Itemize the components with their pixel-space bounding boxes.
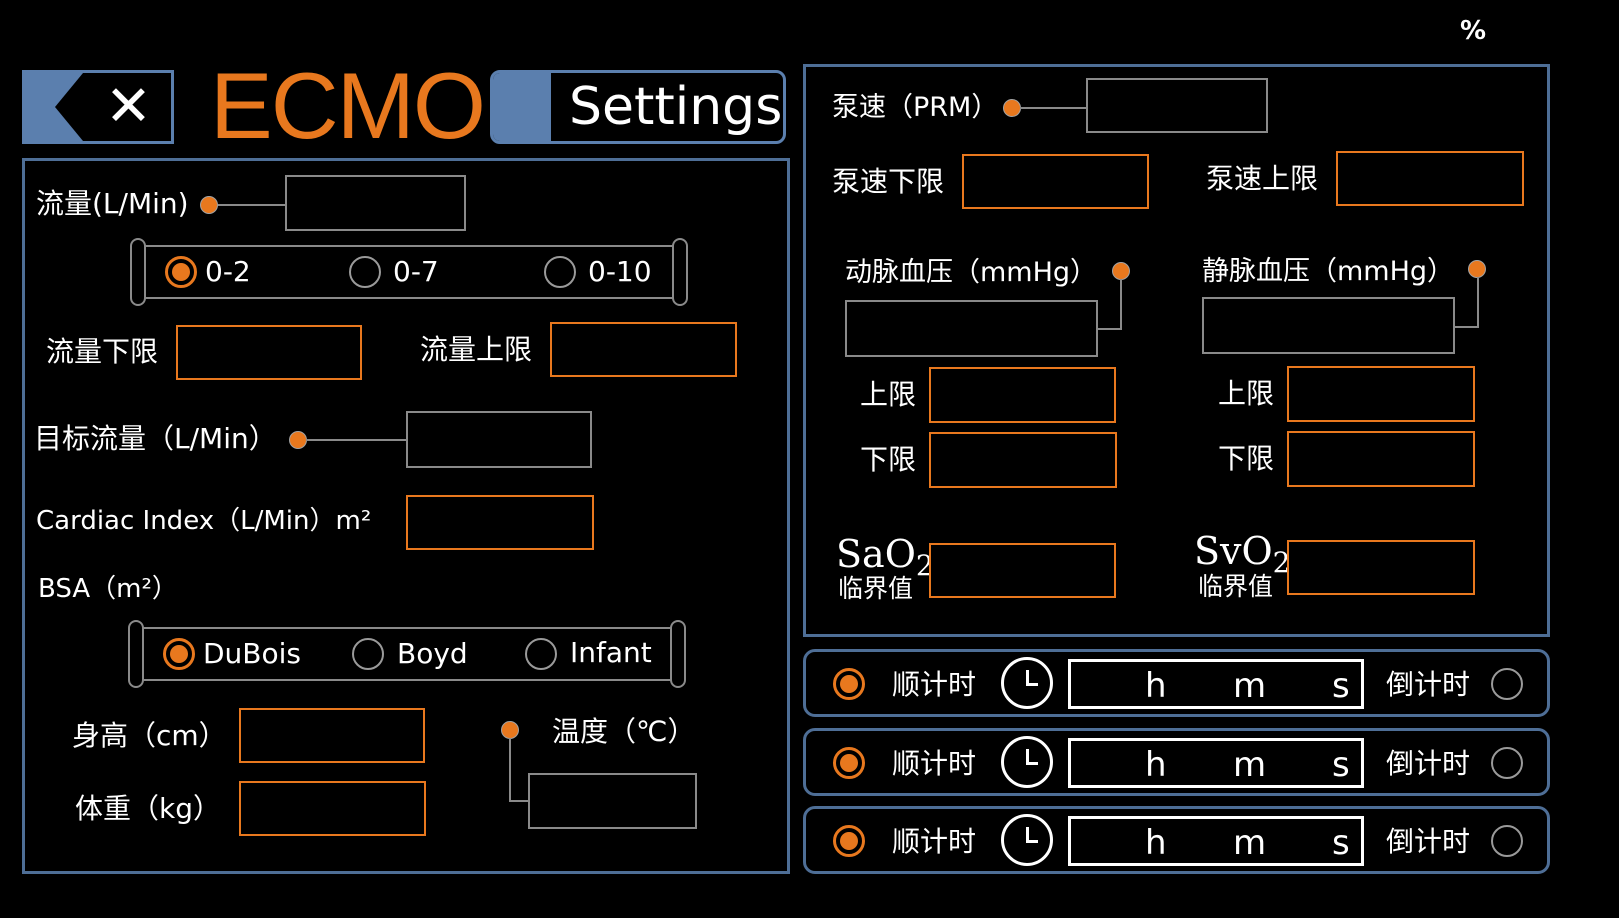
hours-unit: h	[1145, 666, 1167, 706]
bsa-radio-dubois[interactable]	[163, 638, 195, 670]
height-input[interactable]	[239, 708, 425, 763]
pump-lower-label: 泵速下限	[832, 165, 945, 198]
count-down-radio[interactable]	[1491, 668, 1523, 700]
temp-label: 温度（℃）	[552, 715, 696, 748]
minutes-unit: m	[1233, 666, 1267, 706]
timer-display: h m s	[1068, 659, 1364, 709]
count-up-label: 顺计时	[892, 825, 977, 858]
timer-row-1: 顺计时 h m s 倒计时	[803, 649, 1550, 717]
hours-unit: h	[1145, 823, 1167, 863]
app-title: ECMO	[210, 53, 486, 158]
flow-range-option-0-7: 0-7	[393, 255, 439, 288]
bsa-option-dubois: DuBois	[203, 637, 302, 670]
settings-label: Settings	[569, 77, 783, 137]
temp-display	[528, 773, 697, 829]
sao2-caption: 临界值	[838, 574, 914, 603]
venous-indicator	[1468, 260, 1486, 278]
clock-icon	[1001, 814, 1053, 866]
bsa-label: BSA（m²）	[38, 574, 178, 604]
pump-upper-label: 泵速上限	[1206, 162, 1319, 195]
count-down-radio[interactable]	[1491, 825, 1523, 857]
bsa-radio-infant[interactable]	[525, 638, 557, 670]
seconds-unit: s	[1332, 666, 1350, 706]
bsa-option-boyd: Boyd	[397, 637, 468, 670]
minutes-unit: m	[1233, 823, 1267, 863]
close-icon: ✕	[105, 74, 152, 139]
venous-upper-label: 上限	[1218, 377, 1275, 410]
pump-lower-input[interactable]	[962, 154, 1149, 209]
flow-label: 流量(L/Min)	[36, 187, 189, 220]
height-label: 身高（cm）	[72, 719, 227, 752]
arterial-upper-label: 上限	[860, 378, 917, 411]
venous-pressure-label: 静脉血压（mmHg）	[1202, 256, 1455, 287]
arterial-display	[845, 300, 1098, 357]
timer-row-2: 顺计时 h m s 倒计时	[803, 728, 1550, 796]
flow-display	[285, 175, 466, 231]
arterial-lower-label: 下限	[860, 443, 917, 476]
pump-speed-display	[1086, 78, 1268, 133]
bsa-radio-boyd[interactable]	[352, 638, 384, 670]
flow-range-option-0-10: 0-10	[588, 255, 652, 288]
weight-input[interactable]	[239, 781, 426, 836]
flow-range-radio-0-2[interactable]	[165, 256, 197, 288]
minutes-unit: m	[1233, 745, 1267, 785]
clock-icon	[1001, 657, 1053, 709]
pump-upper-input[interactable]	[1336, 151, 1524, 206]
timer-display: h m s	[1068, 738, 1364, 788]
flow-indicator	[200, 196, 218, 214]
venous-lower-input[interactable]	[1287, 431, 1475, 487]
flow-range-radio-0-7[interactable]	[349, 256, 381, 288]
venous-lower-label: 下限	[1218, 442, 1275, 475]
count-down-label: 倒计时	[1386, 825, 1471, 858]
flow-lower-label: 流量下限	[46, 335, 159, 368]
svo2-caption: 临界值	[1198, 572, 1274, 601]
flow-range-radio-0-10[interactable]	[544, 256, 576, 288]
pump-speed-indicator	[1003, 99, 1021, 117]
arterial-lower-input[interactable]	[929, 432, 1117, 488]
arterial-pressure-label: 动脉血压（mmHg）	[845, 257, 1098, 288]
weight-label: 体重（kg）	[75, 792, 221, 825]
back-close-button[interactable]: ✕	[22, 70, 174, 144]
seconds-unit: s	[1332, 745, 1350, 785]
pump-speed-label: 泵速（PRM）	[832, 92, 999, 123]
count-up-radio[interactable]	[833, 747, 865, 779]
clock-icon	[1001, 736, 1053, 788]
venous-display	[1202, 297, 1455, 354]
target-flow-label: 目标流量（L/Min）	[34, 422, 277, 455]
count-down-label: 倒计时	[1386, 747, 1471, 780]
percent-label: %	[1460, 16, 1487, 46]
timer-row-3: 顺计时 h m s 倒计时	[803, 806, 1550, 874]
flow-lower-input[interactable]	[176, 325, 362, 380]
count-up-radio[interactable]	[833, 825, 865, 857]
timer-display: h m s	[1068, 816, 1364, 866]
flow-upper-input[interactable]	[550, 322, 737, 377]
cardiac-index-input[interactable]	[406, 495, 594, 550]
settings-button[interactable]: Settings	[490, 70, 786, 144]
venous-upper-input[interactable]	[1287, 366, 1475, 422]
flow-range-option-0-2: 0-2	[205, 255, 251, 288]
sao2-input[interactable]	[929, 543, 1116, 598]
bsa-option-infant: Infant	[570, 636, 652, 669]
arterial-upper-input[interactable]	[929, 367, 1116, 423]
count-down-radio[interactable]	[1491, 747, 1523, 779]
count-down-label: 倒计时	[1386, 668, 1471, 701]
count-up-radio[interactable]	[833, 668, 865, 700]
temp-indicator	[501, 721, 519, 739]
cardiac-index-label: Cardiac Index（L/Min）m²	[36, 506, 372, 536]
target-flow-indicator	[289, 431, 307, 449]
flow-upper-label: 流量上限	[420, 333, 533, 366]
count-up-label: 顺计时	[892, 668, 977, 701]
arterial-indicator	[1112, 262, 1130, 280]
count-up-label: 顺计时	[892, 747, 977, 780]
svo2-input[interactable]	[1287, 540, 1475, 595]
back-arrow-icon	[55, 73, 83, 141]
seconds-unit: s	[1332, 823, 1350, 863]
hours-unit: h	[1145, 745, 1167, 785]
target-flow-display	[406, 411, 592, 468]
